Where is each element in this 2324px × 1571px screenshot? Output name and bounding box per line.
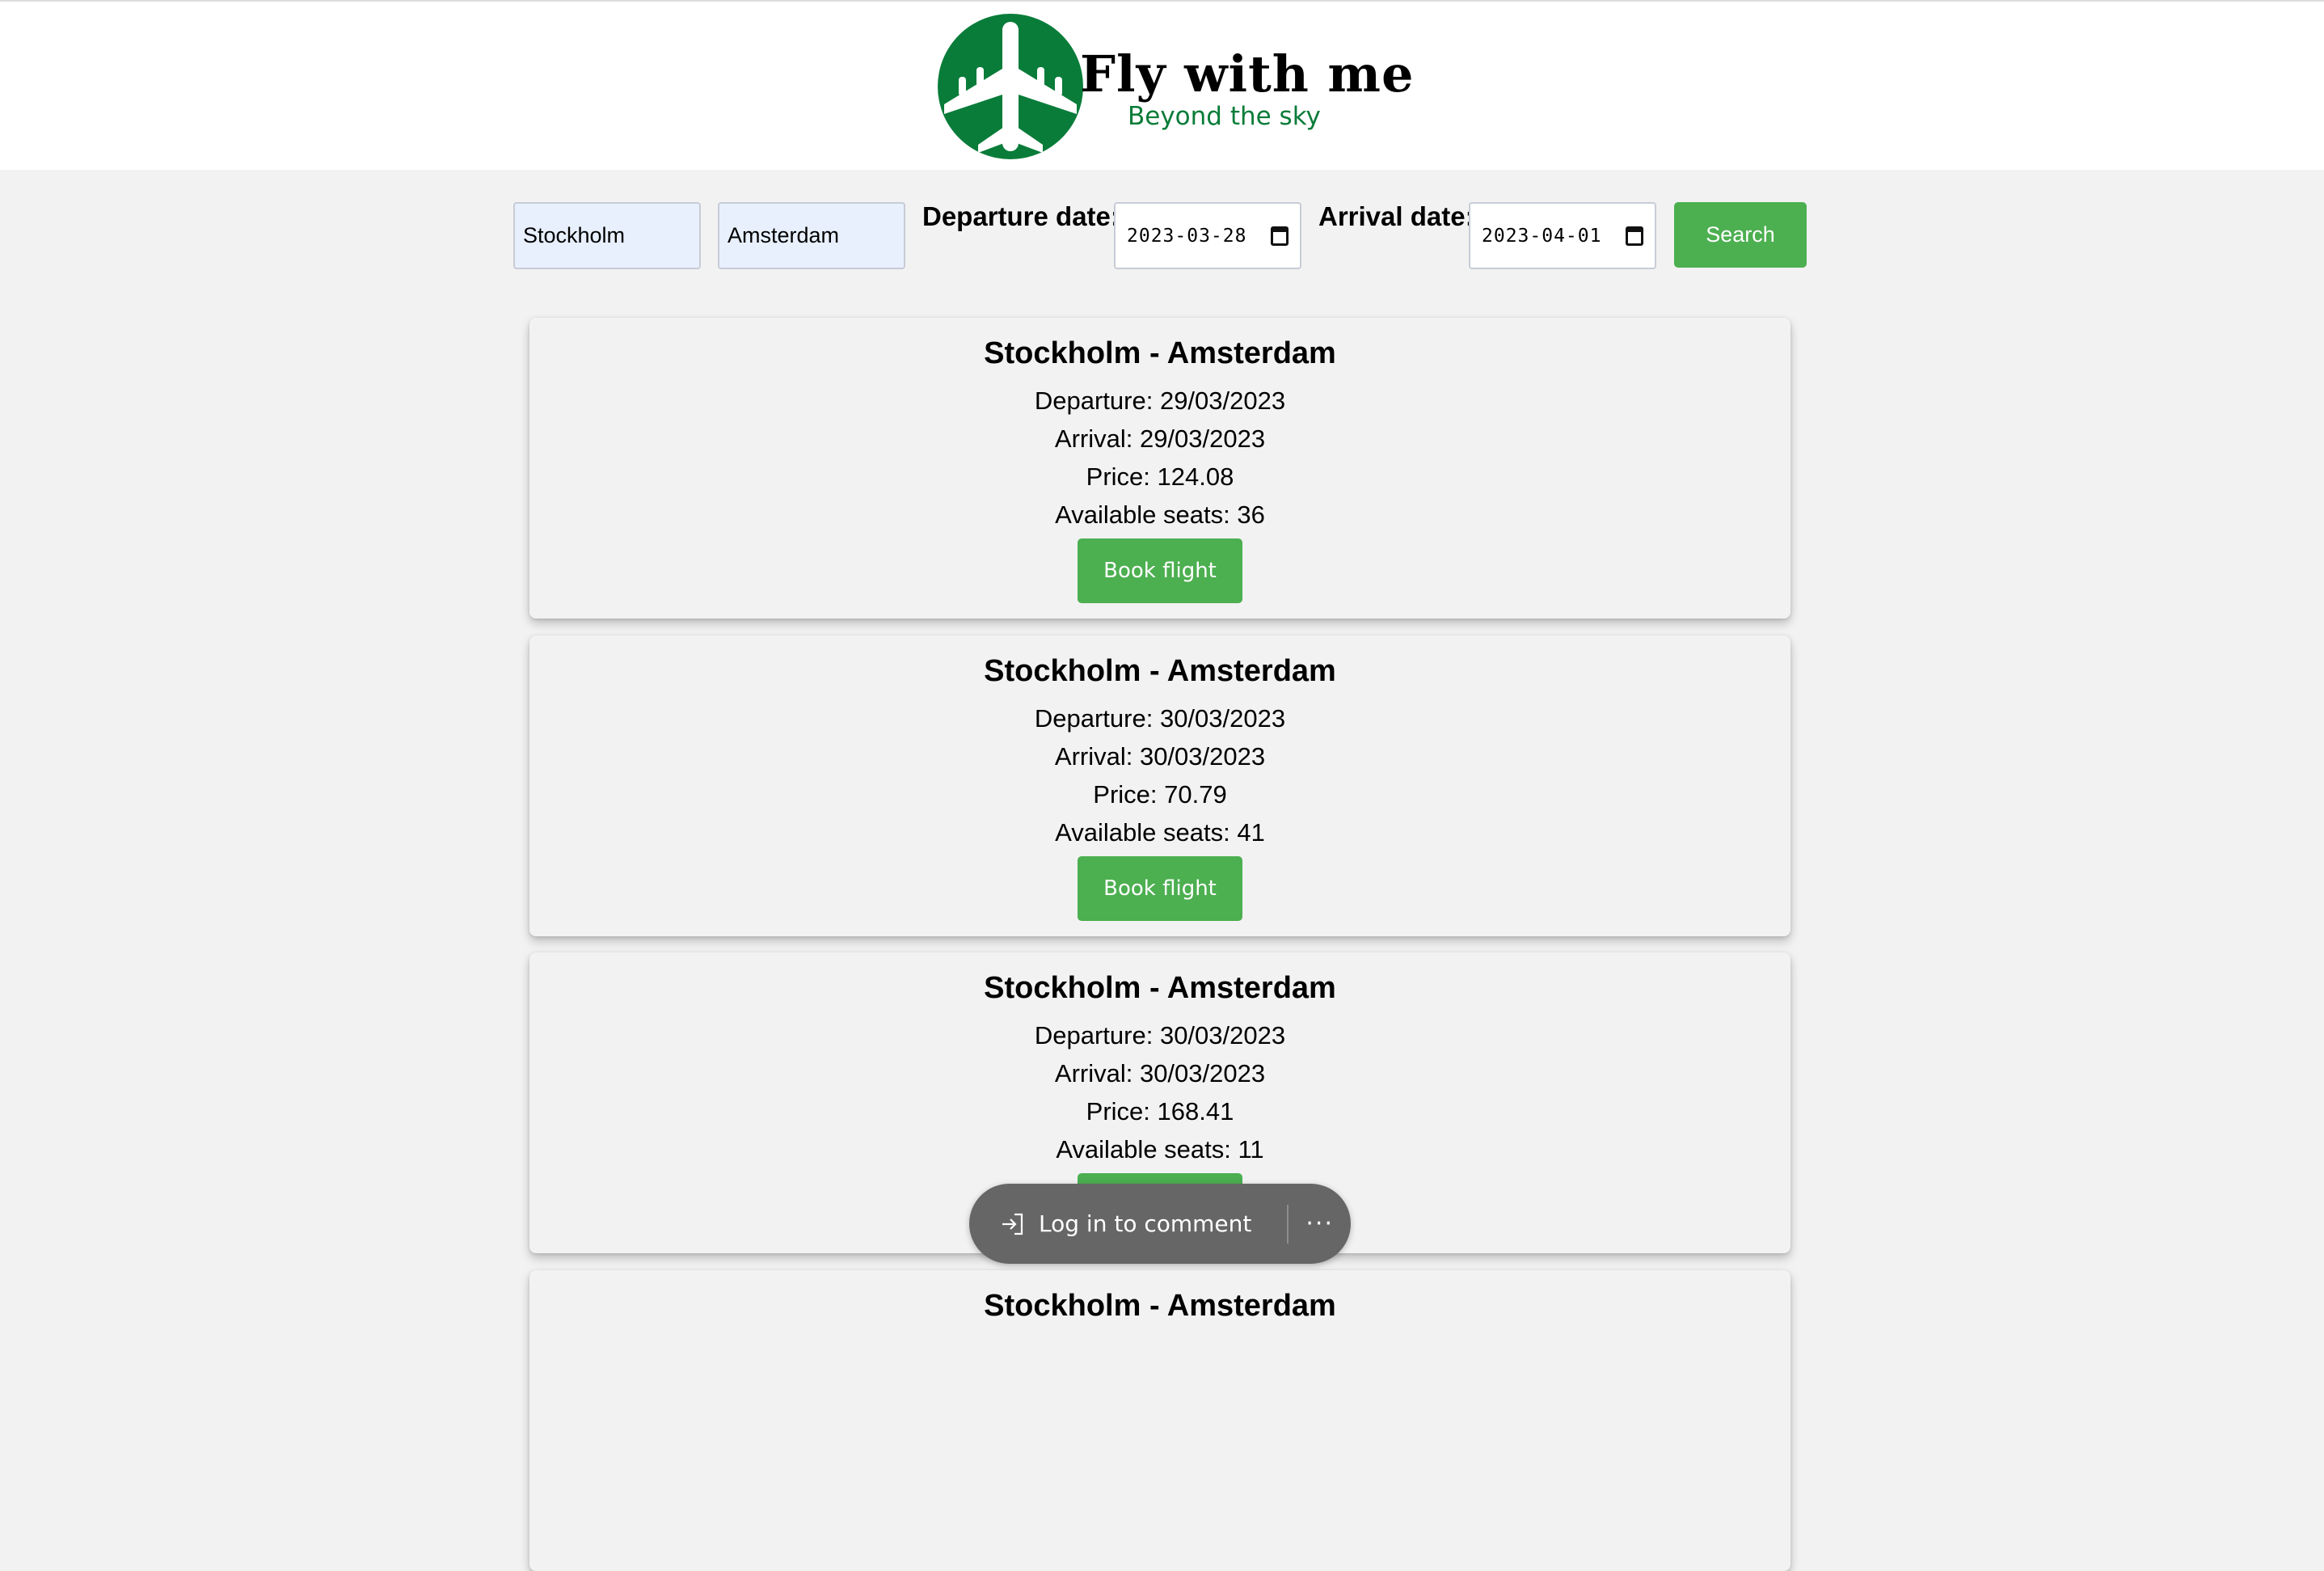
comment-bar: Log in to comment ··· — [969, 1184, 1351, 1264]
flight-arrival: Arrival: 29/03/2023 — [1054, 424, 1266, 453]
flight-route: Stockholm - Amsterdam — [984, 971, 1336, 1005]
search-button[interactable]: Search — [1674, 202, 1807, 268]
to-city-input[interactable] — [718, 202, 905, 269]
airplane-icon — [938, 14, 1083, 159]
flight-card: Stockholm - Amsterdam Departure: 30/03/2… — [529, 636, 1790, 936]
login-icon — [1002, 1213, 1023, 1235]
departure-date-value: 2023-03-28 — [1127, 225, 1247, 247]
flight-departure: Departure: 30/03/2023 — [1034, 1021, 1286, 1049]
flight-seats: Available seats: 36 — [1055, 500, 1265, 529]
flight-route: Stockholm - Amsterdam — [984, 1289, 1336, 1323]
from-city-input[interactable] — [513, 202, 701, 269]
book-flight-button[interactable]: Book flight — [1078, 538, 1242, 603]
arrival-date-label: Arrival date: — [1318, 201, 1474, 231]
flight-departure: Departure: 30/03/2023 — [1034, 704, 1286, 733]
login-to-comment-label: Log in to comment — [1039, 1210, 1252, 1237]
flight-route: Stockholm - Amsterdam — [984, 654, 1336, 688]
departure-date-input[interactable]: 2023-03-28 — [1114, 202, 1301, 269]
flight-price: Price: 124.08 — [1086, 462, 1234, 491]
flight-arrival: Arrival: 30/03/2023 — [1054, 1059, 1266, 1087]
site-header: Fly with me Beyond the sky — [0, 0, 2324, 170]
flight-seats: Available seats: 41 — [1055, 818, 1265, 847]
site-tagline: Beyond the sky — [1128, 102, 1321, 131]
flight-price: Price: 70.79 — [1093, 780, 1227, 809]
login-to-comment-button[interactable]: Log in to comment — [969, 1184, 1287, 1264]
departure-date-label: Departure date: — [922, 201, 1120, 231]
flight-route: Stockholm - Amsterdam — [984, 336, 1336, 370]
arrival-date-value: 2023-04-01 — [1482, 225, 1602, 247]
book-flight-button[interactable]: Book flight — [1078, 856, 1242, 921]
flight-seats: Available seats: 11 — [1056, 1135, 1264, 1163]
more-options-button[interactable]: ··· — [1289, 1184, 1351, 1264]
flight-card: Stockholm - Amsterdam Departure: 29/03/2… — [529, 318, 1790, 619]
flight-departure: Departure: 29/03/2023 — [1034, 386, 1286, 415]
flight-card: Stockholm - Amsterdam — [529, 1270, 1790, 1571]
calendar-icon[interactable] — [1271, 226, 1289, 246]
arrival-date-input[interactable]: 2023-04-01 — [1469, 202, 1656, 269]
flight-price: Price: 168.41 — [1086, 1097, 1234, 1125]
flight-arrival: Arrival: 30/03/2023 — [1054, 742, 1266, 771]
calendar-icon[interactable] — [1626, 226, 1643, 246]
